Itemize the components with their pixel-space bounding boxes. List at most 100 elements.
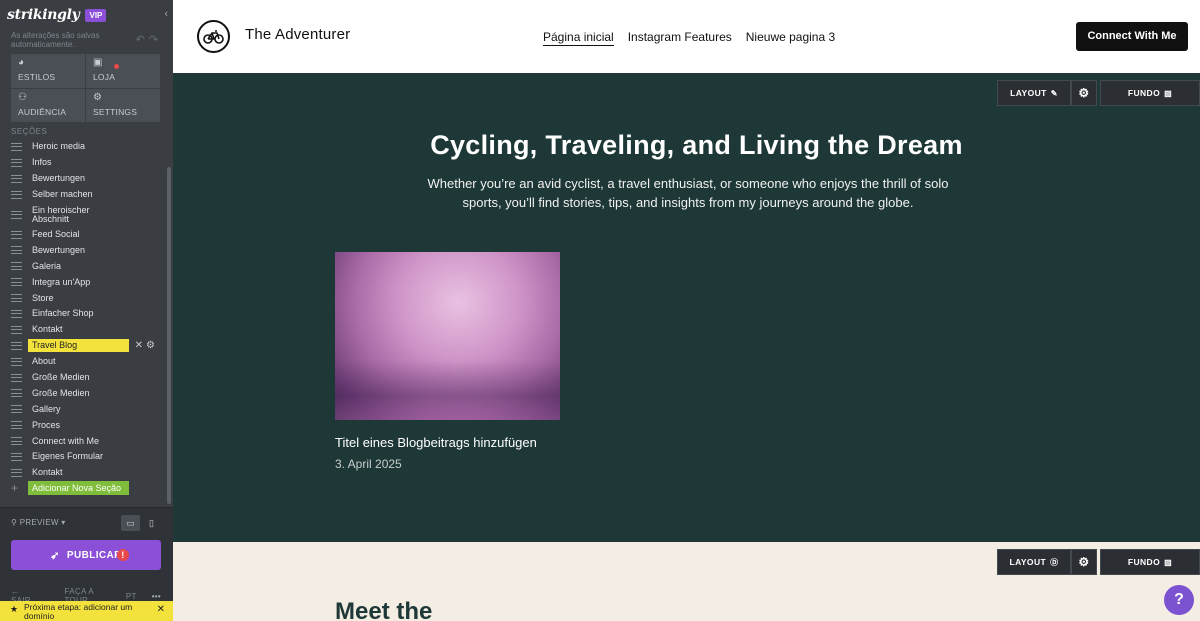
undo-redo: ↶↷ xyxy=(136,33,162,46)
about-section: LAYOUT Ⓓ ⚙ FUNDO ▨ Meet the xyxy=(173,542,1200,621)
section-item[interactable]: Kontakt xyxy=(11,465,161,481)
sidebar-nav-grid: ◕ ESTILOS ▣ LOJA ⚇ AUDIÊNCIA ⚙ SETTINGS xyxy=(11,54,160,122)
rocket-icon: ➶ xyxy=(50,549,60,562)
drag-handle-icon[interactable] xyxy=(11,158,22,167)
search-icon: ⚲ xyxy=(11,518,20,527)
section-item[interactable]: Infos xyxy=(11,155,161,171)
drag-handle-icon[interactable] xyxy=(11,437,22,446)
section-item[interactable]: Einfacher Shop xyxy=(11,306,161,322)
layout-button[interactable]: LAYOUT Ⓓ xyxy=(997,549,1071,575)
section-item[interactable]: Feed Social xyxy=(11,227,161,243)
warning-icon: ! xyxy=(117,549,129,561)
drag-handle-icon[interactable] xyxy=(11,262,22,271)
drag-handle-icon[interactable] xyxy=(11,174,22,183)
section-item[interactable]: Galeria xyxy=(11,258,161,274)
more-options-icon[interactable]: ••• xyxy=(152,592,161,601)
desktop-view-icon[interactable]: ▭ xyxy=(121,515,140,531)
section-gear-icon[interactable]: ⚙ xyxy=(1071,549,1097,575)
drag-handle-icon[interactable] xyxy=(11,246,22,255)
section-item[interactable]: Integra un'App xyxy=(11,274,161,290)
section-item[interactable]: Große Medien xyxy=(11,370,161,386)
drag-handle-icon[interactable] xyxy=(11,309,22,318)
section-item[interactable]: Kontakt xyxy=(11,322,161,338)
section-item[interactable]: Store xyxy=(11,290,161,306)
section-item[interactable]: Bewertungen xyxy=(11,242,161,258)
section-item[interactable]: Bewertungen xyxy=(11,171,161,187)
section-item[interactable]: Große Medien xyxy=(11,385,161,401)
nav-audience[interactable]: ⚇ AUDIÊNCIA xyxy=(11,88,85,122)
close-icon[interactable]: ✕ xyxy=(157,605,165,615)
bicycle-logo-icon[interactable] xyxy=(197,20,230,53)
strikingly-logo[interactable]: strikingly xyxy=(7,7,80,23)
undo-icon[interactable]: ↶ xyxy=(136,34,149,46)
delete-section-icon[interactable]: ✕ xyxy=(135,340,146,351)
layout-button[interactable]: LAYOUT ✎ xyxy=(997,80,1071,106)
add-section[interactable]: + Adicionar Nova Seção xyxy=(11,481,129,495)
section-item[interactable]: Eigenes Formular xyxy=(11,449,161,465)
section-item[interactable]: Connect with Me xyxy=(11,433,161,449)
drag-handle-icon[interactable] xyxy=(11,468,22,477)
gear-icon: ⚙ xyxy=(93,91,102,103)
blog-post-title[interactable]: Titel eines Blogbeitrags hinzufügen xyxy=(335,435,537,450)
drag-handle-icon[interactable] xyxy=(11,452,22,461)
add-section-button[interactable]: Adicionar Nova Seção xyxy=(28,481,129,495)
drag-handle-icon[interactable] xyxy=(11,341,22,350)
nav-styles-label: ESTILOS xyxy=(18,72,56,82)
editor-sidebar: strikingly VIP ‹ As alterações são salva… xyxy=(0,0,173,621)
publish-button[interactable]: ➶ PUBLICAR ! xyxy=(11,540,161,570)
help-button[interactable]: ? xyxy=(1164,585,1194,615)
nav-audience-label: AUDIÊNCIA xyxy=(18,106,67,117)
background-button[interactable]: FUNDO ▨ xyxy=(1100,80,1200,106)
drag-handle-icon[interactable] xyxy=(11,142,22,151)
drag-handle-icon[interactable] xyxy=(11,190,22,199)
sidebar-scrollbar[interactable] xyxy=(167,167,171,504)
section-heading[interactable]: Meet the xyxy=(335,598,432,621)
redo-icon[interactable]: ↷ xyxy=(149,34,162,46)
drag-handle-icon[interactable] xyxy=(11,230,22,239)
autosave-notice: As alterações são salvas automaticamente… xyxy=(11,31,100,49)
drag-handle-icon[interactable] xyxy=(11,357,22,366)
blog-post-image[interactable] xyxy=(335,252,560,420)
site-header: The Adventurer Página inicial Instagram … xyxy=(173,0,1200,73)
language-link[interactable]: PT xyxy=(126,592,137,601)
vip-badge: VIP xyxy=(85,8,107,22)
hero-title[interactable]: Cycling, Traveling, and Living the Dream xyxy=(173,130,1200,161)
nav-settings[interactable]: ⚙ SETTINGS xyxy=(86,88,160,122)
connect-button[interactable]: Connect With Me xyxy=(1076,22,1188,51)
nav-styles[interactable]: ◕ ESTILOS xyxy=(11,54,85,88)
drag-handle-icon[interactable] xyxy=(11,389,22,398)
drag-handle-icon[interactable] xyxy=(11,294,22,303)
hero-subtitle[interactable]: Whether you’re an avid cyclist, a travel… xyxy=(423,174,953,212)
section-settings-icon[interactable]: ⚙ xyxy=(146,340,158,351)
section-item[interactable]: Ein heroischer Abschnitt xyxy=(11,203,161,227)
site-title[interactable]: The Adventurer xyxy=(245,26,350,43)
nav-store[interactable]: ▣ LOJA xyxy=(86,54,160,88)
drag-handle-icon[interactable] xyxy=(11,405,22,414)
section-item-active[interactable]: Travel Blog ✕⚙ xyxy=(11,338,161,354)
site-nav: Página inicial Instagram Features Nieuwe… xyxy=(543,30,849,46)
nav-link-home[interactable]: Página inicial xyxy=(543,30,614,46)
section-edit-toolbar: LAYOUT Ⓓ ⚙ FUNDO ▨ xyxy=(997,549,1200,575)
section-item[interactable]: Gallery xyxy=(11,401,161,417)
drag-handle-icon[interactable] xyxy=(11,325,22,334)
section-item[interactable]: Heroic media xyxy=(11,139,161,155)
section-item[interactable]: Selber machen xyxy=(11,187,161,203)
preview-toggle[interactable]: ⚲ PREVIEW ▾ xyxy=(11,518,66,527)
nav-link-page3[interactable]: Nieuwe pagina 3 xyxy=(746,30,835,46)
people-icon: ⚇ xyxy=(18,91,27,103)
section-item[interactable]: Proces xyxy=(11,417,161,433)
next-step-text: Próxima etapa: adicionar um domínio xyxy=(24,602,133,621)
collapse-sidebar-icon[interactable]: ‹ xyxy=(164,8,168,20)
drag-handle-icon[interactable] xyxy=(11,373,22,382)
section-gear-icon[interactable]: ⚙ xyxy=(1071,80,1097,106)
section-item[interactable]: About xyxy=(11,354,161,370)
drag-handle-icon[interactable] xyxy=(11,421,22,430)
drag-handle-icon[interactable] xyxy=(11,278,22,287)
nav-link-instagram[interactable]: Instagram Features xyxy=(628,30,732,46)
chevron-down-icon: ▾ xyxy=(58,518,66,527)
blog-post-date: 3. April 2025 xyxy=(335,457,402,471)
background-button[interactable]: FUNDO ▨ xyxy=(1100,549,1200,575)
mobile-view-icon[interactable]: ▯ xyxy=(142,515,161,531)
next-step-banner[interactable]: ★ Próxima etapa: adicionar um domínio ✕ xyxy=(0,601,173,621)
drag-handle-icon[interactable] xyxy=(11,210,22,219)
